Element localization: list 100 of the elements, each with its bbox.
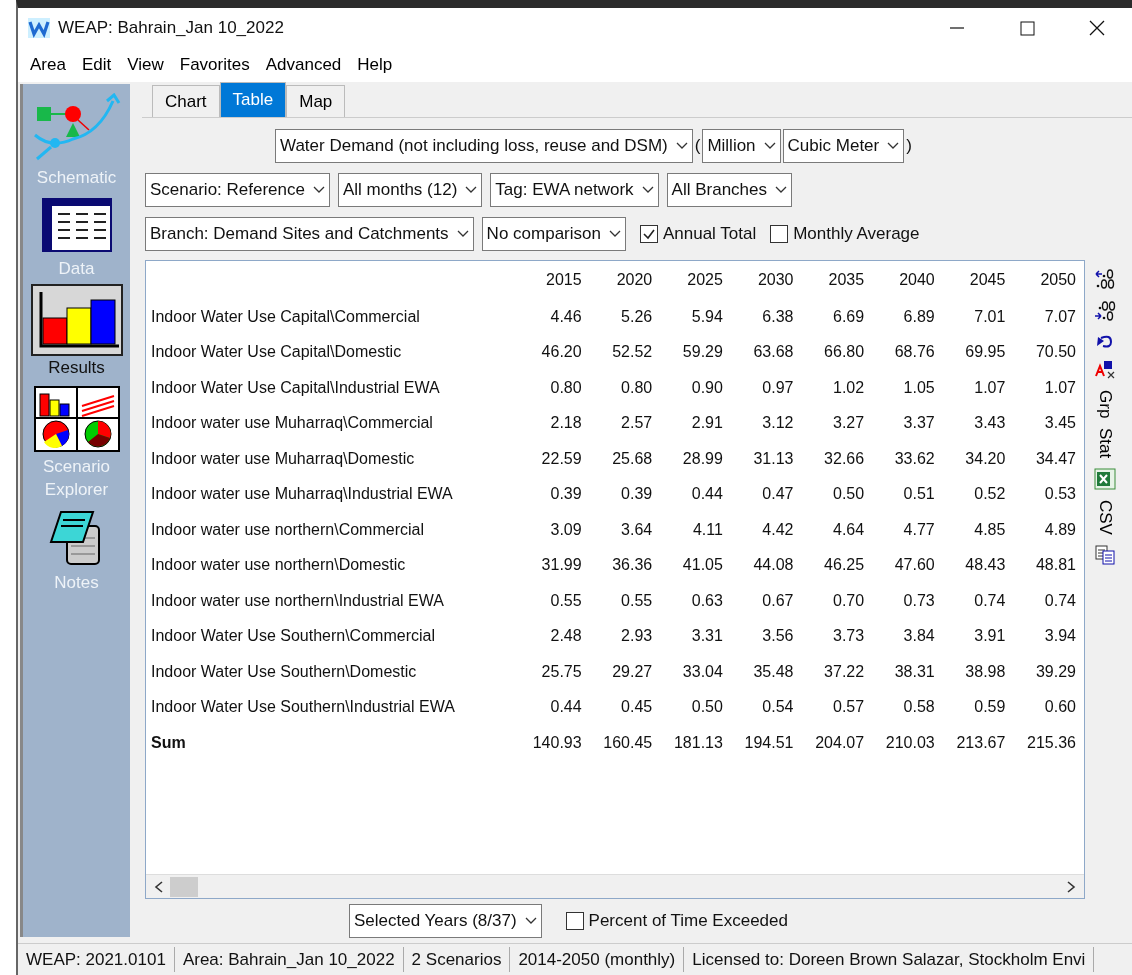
checkbox-label[interactable]: Monthly Average: [793, 221, 920, 247]
table-cell-text: 6.69: [832, 306, 866, 327]
table-cell-text: 0.44: [690, 484, 724, 505]
table-cell-text: 0.55: [620, 590, 654, 611]
table-cell-text: 25.68: [611, 448, 654, 469]
table-cell-text: 35.48: [752, 661, 795, 682]
table-cell-text: 0.74: [1043, 590, 1077, 611]
dropdown[interactable]: No comparison: [481, 217, 626, 251]
table-cell-text: 3.27: [832, 413, 866, 434]
table-cell-text: 0.39: [620, 484, 654, 505]
years-dropdown[interactable]: Selected Years (8/37): [349, 904, 542, 938]
tab[interactable]: Table: [219, 82, 287, 117]
checkbox[interactable]: [639, 225, 658, 243]
checkbox-label[interactable]: Annual Total: [662, 221, 757, 247]
table-cell-text: 70.50: [1034, 342, 1077, 363]
table-cell-text: 48.43: [964, 555, 1007, 576]
dropdown[interactable]: All months (12): [338, 173, 483, 207]
maximize-icon: [1019, 20, 1035, 36]
row-label: Indoor water use Muharraq\Domestic: [150, 448, 416, 469]
table-cell-text: 34.20: [964, 448, 1007, 469]
row-label: Indoor Water Use Capital\Domestic: [150, 342, 403, 363]
table-cell-text: 0.80: [620, 377, 654, 398]
table-cell-text: 0.44: [549, 697, 583, 718]
row-label: Indoor Water Use Southern\Domestic: [150, 661, 418, 682]
dropdown[interactable]: Branch: Demand Sites and Catchments: [145, 217, 474, 251]
menu-item[interactable]: Edit: [73, 50, 120, 80]
app-logo-icon: [28, 18, 50, 38]
parenthesis: ): [906, 135, 912, 158]
table-cell-text: 0.90: [690, 377, 724, 398]
table-cell-text: 3.91: [973, 626, 1007, 647]
scroll-right-icon[interactable]: [1066, 880, 1076, 893]
scroll-left-icon[interactable]: [154, 880, 164, 893]
menu-item[interactable]: Help: [349, 50, 401, 80]
table-cell-text: 0.73: [902, 590, 936, 611]
checkbox[interactable]: [565, 912, 584, 930]
table-cell-text: 59.29: [681, 342, 724, 363]
table-cell-text: 66.80: [823, 342, 866, 363]
table-cell-text: 0.80: [549, 377, 583, 398]
menu-item[interactable]: View: [119, 50, 172, 80]
horizontal-scrollbar[interactable]: [146, 874, 1084, 898]
table-cell-text: 0.70: [832, 590, 866, 611]
dropdown[interactable]: All Branches: [666, 173, 792, 207]
table-cell-text: 1.05: [902, 377, 936, 398]
table-cell-text: 140.93: [531, 732, 583, 753]
table-cell-text: 3.94: [1043, 626, 1077, 647]
checkbox-label[interactable]: Percent of Time Exceeded: [588, 908, 788, 934]
table-cell-text: 4.77: [902, 519, 936, 540]
increase-decimals-icon: [1094, 268, 1116, 290]
dropdown[interactable]: Million: [702, 129, 781, 163]
table-cell-text: 7.07: [1043, 306, 1077, 327]
tab[interactable]: Chart: [152, 85, 220, 117]
table-cell-text: 160.45: [602, 732, 654, 753]
toolbar-button[interactable]: Stat: [1094, 425, 1116, 461]
table-cell-text: 29.27: [611, 661, 654, 682]
toolbar-button[interactable]: Grp: [1094, 387, 1116, 420]
table-cell-text: 25.75: [540, 661, 583, 682]
close-icon: [1088, 19, 1106, 37]
dropdown[interactable]: Tag: EWA network: [490, 173, 659, 207]
table-cell-text: 36.36: [611, 555, 654, 576]
table-cell-text: 1.02: [832, 377, 866, 398]
column-header: 2045: [968, 270, 1007, 290]
toolbar-button[interactable]: CSV: [1094, 498, 1116, 538]
dropdown[interactable]: Scenario: Reference: [145, 173, 330, 207]
table-cell-text: 3.09: [549, 519, 583, 540]
row-label: Indoor water use Muharraq\Commercial: [150, 413, 434, 434]
table-cell-text: 0.51: [902, 484, 936, 505]
table-cell-text: 33.04: [681, 661, 724, 682]
menu-item[interactable]: Favorites: [171, 50, 258, 80]
table-cell-text: 4.42: [761, 519, 795, 540]
table-cell-text: 210.03: [884, 732, 936, 753]
table-cell-text: 37.22: [823, 661, 866, 682]
table-cell-text: 3.12: [761, 413, 795, 434]
table-cell-text: 6.38: [761, 306, 795, 327]
toolbar-button[interactable]: [1093, 543, 1117, 568]
row-label: Indoor water use northern\Industrial EWA: [150, 590, 445, 611]
table-cell-text: 3.43: [973, 413, 1007, 434]
tab[interactable]: Map: [286, 85, 346, 117]
table-cell-text: 2.48: [549, 626, 583, 647]
table-cell-text: 52.52: [611, 342, 654, 363]
menu-item[interactable]: Area: [22, 50, 74, 80]
table-cell-text: 0.60: [1043, 697, 1077, 718]
table-cell-text: 68.76: [893, 342, 936, 363]
dropdown[interactable]: Water Demand (not including loss, reuse and DSM): [275, 129, 693, 163]
spreadsheet-icon: [1094, 468, 1116, 491]
table-cell-text: 0.58: [902, 697, 936, 718]
row-label: Indoor water use northern\Commercial: [150, 519, 425, 540]
table-cell-text: 4.89: [1043, 519, 1077, 540]
table-cell-text: 204.07: [814, 732, 866, 753]
toolbar-button[interactable]: [1092, 298, 1118, 324]
menu-item[interactable]: Advanced: [257, 50, 350, 80]
dropdown[interactable]: Cubic Meter: [782, 129, 905, 163]
table-cell-text: 4.64: [832, 519, 866, 540]
checkbox[interactable]: [770, 225, 789, 243]
scrollbar-thumb[interactable]: [170, 876, 198, 897]
font-style-icon: [1094, 359, 1116, 380]
column-header: 2035: [827, 270, 866, 290]
table-cell-text: 181.13: [672, 732, 724, 753]
column-header: 2050: [1039, 270, 1077, 290]
table-cell-text: 0.45: [620, 697, 654, 718]
table-cell-text: 3.56: [761, 626, 795, 647]
